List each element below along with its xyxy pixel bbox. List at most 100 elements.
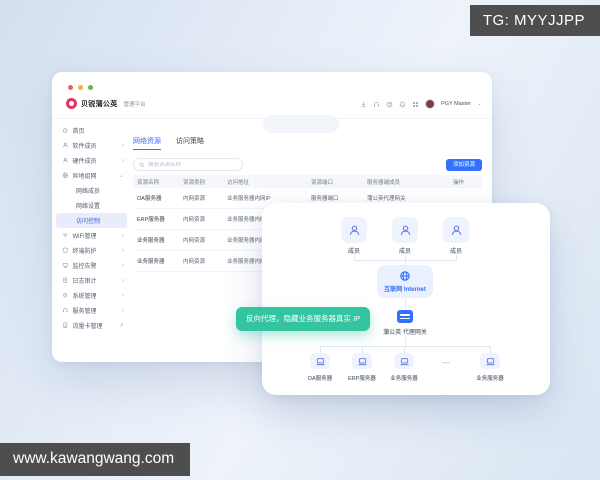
sidebar-item-label: 网络成员 (76, 189, 101, 195)
sidebar-item-label: 监控告警 (72, 264, 97, 270)
sidebar-item-system-management[interactable]: 系统管理 › (52, 288, 131, 303)
content-header-placeholder (263, 115, 339, 133)
cell-resource-type: 内网资源 (183, 217, 206, 223)
home-icon (62, 127, 69, 134)
connector-line (362, 346, 363, 353)
sidebar-item-remote-network[interactable]: 异地组网 ⌄ (52, 168, 131, 183)
server-label: ERP服务器 (348, 376, 376, 382)
server-laptop-icon (399, 356, 410, 367)
server-laptop-icon (485, 356, 496, 367)
connector-line (404, 346, 405, 353)
col-resource-port: 资源端口 (311, 179, 334, 186)
notification-bell-icon[interactable] (399, 101, 406, 108)
topology-diagram-card: 成员 成员 成员 互联网 Internet 蒲公英 代理网关 — OA服务器 E… (262, 203, 550, 395)
sidebar-item-log-audit[interactable]: 日志审计 › (52, 273, 131, 288)
avatar[interactable] (425, 99, 436, 109)
network-globe-icon (62, 172, 69, 179)
document-icon (62, 277, 69, 284)
cell-resource-type: 内网资源 (183, 238, 206, 244)
download-icon[interactable] (360, 101, 367, 108)
sidebar-item-label: 服务管理 (72, 309, 97, 315)
connector-line (405, 298, 406, 310)
sidebar-item-home[interactable]: 首页 (52, 123, 131, 138)
chevron-right-icon: › (122, 142, 124, 149)
header-actions: PGY Master ⌄ (360, 99, 482, 109)
sidebar-item-monitor-alerts[interactable]: 监控告警 › (52, 258, 131, 273)
member-person-icon (399, 224, 412, 237)
sidebar-item-label: 异地组网 (72, 174, 97, 180)
sidebar-item-label: 流量卡管理 (72, 324, 103, 330)
col-access-address: 访问地址 (227, 179, 250, 186)
member-label: 成员 (398, 249, 412, 255)
software-member-icon (62, 142, 69, 149)
brand-logo-icon (66, 98, 77, 109)
chevron-right-icon: › (122, 307, 124, 314)
cell-resource-type: 内网资源 (183, 196, 206, 202)
account-name[interactable]: PGY Master (441, 101, 471, 107)
cell-access-address: 业务服务器内网IP (227, 196, 271, 202)
server-laptop-icon (315, 356, 326, 367)
sim-card-icon (62, 322, 69, 329)
chevron-right-icon: › (122, 157, 124, 164)
ellipsis-dash: — (442, 358, 450, 367)
search-input[interactable] (148, 161, 237, 168)
sidebar-item-endpoint-protection[interactable]: 终端防护 › (52, 243, 131, 258)
cell-resource-name: OA服务器 (137, 196, 162, 202)
minimize-window-icon[interactable] (78, 85, 83, 90)
hardware-member-icon (62, 157, 69, 164)
cell-resource-name: ERP服务器 (137, 217, 165, 223)
add-resource-button[interactable]: 添加资源 (445, 159, 482, 171)
member-person-icon (450, 224, 463, 237)
tab-access-policy[interactable]: 访问策略 (176, 136, 204, 150)
resource-search[interactable] (133, 158, 243, 171)
gear-icon (62, 292, 69, 299)
chevron-right-icon: › (122, 262, 124, 269)
member-node (443, 217, 469, 243)
server-laptop-icon (357, 356, 368, 367)
proxy-gateway-icon (397, 310, 413, 323)
close-window-icon[interactable] (68, 85, 73, 90)
sidebar-item-service-management[interactable]: 服务管理 › (52, 303, 131, 318)
connector-line (320, 346, 490, 347)
sidebar-item-network-settings[interactable]: 网络设置 (52, 198, 131, 213)
headset-icon (62, 307, 69, 314)
server-node (394, 353, 414, 369)
sidebar-item-label: 首页 (72, 129, 85, 135)
connector-line (405, 337, 406, 346)
col-resource-type: 资源类别 (183, 179, 206, 186)
internet-globe-icon (399, 270, 411, 282)
sidebar-item-access-control[interactable]: 访问控制 (56, 213, 127, 228)
tg-contact-badge: TG: MYYJJPP (469, 5, 600, 36)
sidebar-item-label: 软件成员 (72, 144, 97, 150)
member-label: 成员 (347, 249, 361, 255)
connector-line (320, 346, 321, 353)
cell-resource-port: 服务器端口 (311, 196, 339, 202)
chevron-down-icon: ⌄ (118, 172, 124, 179)
sidebar-item-software-members[interactable]: 软件成员 › (52, 138, 131, 153)
apps-grid-icon[interactable] (412, 101, 419, 108)
sidebar-item-network-members[interactable]: 网络成员 (52, 183, 131, 198)
chevron-down-icon[interactable]: ⌄ (477, 101, 482, 107)
help-icon[interactable] (386, 101, 393, 108)
sidebar-item-sim-management[interactable]: 流量卡管理 ↗ (52, 318, 131, 333)
server-label: 业务服务器 (476, 376, 504, 382)
support-headset-icon[interactable] (373, 101, 380, 108)
chevron-right-icon: › (122, 292, 124, 299)
tab-network-resources[interactable]: 网络资源 (133, 136, 161, 150)
reverse-proxy-callout: 反向代理，隐藏业务服务器真实 IP (236, 307, 371, 331)
sidebar-item-hardware-members[interactable]: 硬件成员 › (52, 153, 131, 168)
table-header-row: 资源名称 资源类别 访问地址 资源端口 服务器端成员 操作 (133, 175, 482, 188)
server-label: OA服务器 (307, 376, 333, 382)
chevron-right-icon: › (122, 232, 124, 239)
brand-name: 贝锐蒲公英 (81, 100, 118, 108)
wifi-icon (62, 232, 69, 239)
internet-node: 互联网 Internet (377, 265, 433, 298)
member-label: 成员 (449, 249, 463, 255)
sidebar-item-wifi-management[interactable]: WiFi管理 › (52, 228, 131, 243)
sidebar-item-label: 终端防护 (72, 249, 97, 255)
maximize-window-icon[interactable] (88, 85, 93, 90)
monitor-icon (62, 262, 69, 269)
chevron-right-icon: › (122, 277, 124, 284)
window-controls[interactable] (68, 85, 93, 90)
member-person-icon (348, 224, 361, 237)
